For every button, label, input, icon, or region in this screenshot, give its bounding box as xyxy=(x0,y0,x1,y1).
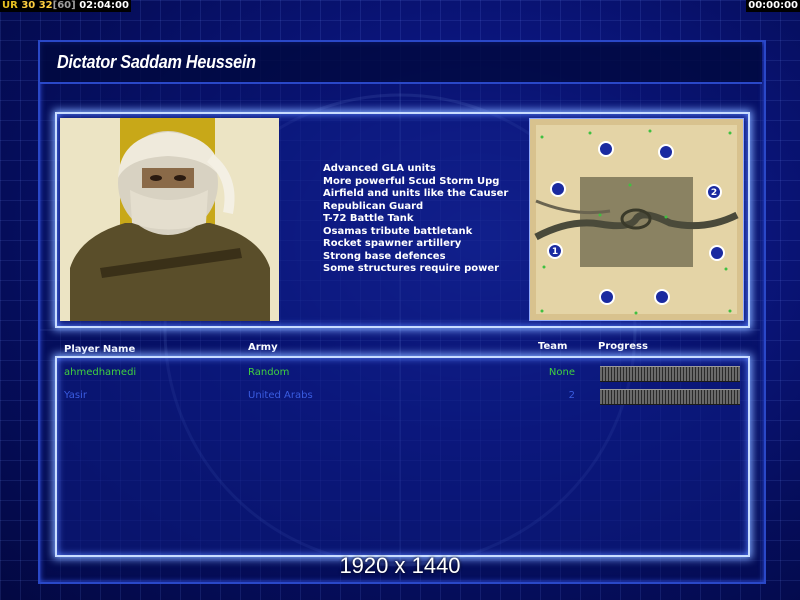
feature-item: Strong base defences xyxy=(323,250,446,262)
player-team: 2 xyxy=(568,390,575,401)
fps-current: 30 xyxy=(21,0,36,11)
player-team: None xyxy=(548,367,575,378)
fps-average: 32 xyxy=(38,0,53,11)
player-army: Random xyxy=(248,367,290,378)
column-header-army: Army xyxy=(248,342,278,353)
game-clock: 00:00:00 xyxy=(746,0,800,12)
start-marker-1: 1 xyxy=(552,247,558,257)
feature-item: More powerful Scud Storm Upg xyxy=(323,175,500,187)
elapsed-clock: 02:04:00 xyxy=(79,0,129,11)
fps-counter: UR 30 32[60] 02:04:00 xyxy=(0,0,131,12)
player-name: Yasir xyxy=(64,390,87,401)
feature-item: Airfield and units like the Causer xyxy=(323,188,509,199)
ur-label: UR xyxy=(2,0,18,11)
map-preview: 1 2 xyxy=(529,118,744,321)
feature-item: Rocket spawner artillery xyxy=(323,238,462,249)
portrait-image xyxy=(60,118,279,321)
feature-item: Advanced GLA units xyxy=(323,163,436,174)
feature-item: Republican Guard xyxy=(323,200,424,212)
feature-item: Some structures require power xyxy=(323,263,500,274)
general-title: Dictator Saddam Heussein xyxy=(57,52,256,72)
player-name: ahmedhamedi xyxy=(64,367,137,378)
column-header-progress: Progress xyxy=(598,341,648,352)
feature-item: Osamas tribute battletank xyxy=(323,225,473,237)
start-marker-2: 2 xyxy=(711,188,717,198)
column-header-player-name: Player Name xyxy=(64,344,136,355)
player-progress-bar xyxy=(600,389,740,405)
resolution-caption: 1920 x 1440 xyxy=(339,553,461,578)
player-list-panel xyxy=(55,356,750,557)
general-portrait xyxy=(60,118,279,321)
column-header-team: Team xyxy=(538,341,568,352)
player-army: United Arabs xyxy=(248,390,313,401)
map-preview-image: 1 2 xyxy=(530,119,743,320)
fps-cap: [60] xyxy=(52,0,76,11)
feature-item: T-72 Battle Tank xyxy=(323,213,414,224)
player-progress-bar xyxy=(600,366,740,382)
general-feature-list: Advanced GLA units More powerful Scud St… xyxy=(323,163,508,276)
